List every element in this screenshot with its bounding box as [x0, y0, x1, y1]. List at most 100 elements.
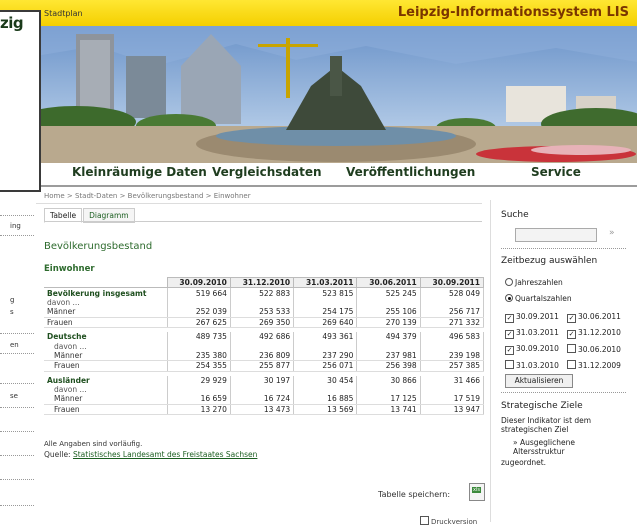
update-button[interactable]: Aktualisieren [505, 374, 573, 388]
radio-label: Quartalszahlen [515, 294, 572, 303]
nav-service[interactable]: Service [531, 165, 581, 179]
table-cell: 493 361 [293, 331, 358, 342]
table-cell: 522 883 [229, 287, 295, 298]
table-row-davon: davon ... [44, 384, 485, 395]
table-cell: 519 664 [166, 287, 231, 298]
table-row: Männer 235 380 236 809 237 290 237 981 239 19… [44, 350, 485, 362]
table-cell: 256 071 [293, 360, 358, 372]
breadcrumb[interactable]: Home > Stadt-Daten > Bevölkerungsbestand… [44, 192, 251, 200]
radio-quartalszahlen[interactable]: Quartalszahlen [505, 294, 572, 303]
goals-end-text: zugeordnet. [501, 458, 547, 467]
table-header-row: 30.09.2010 31.12.2010 31.03.2011 30.06.2… [44, 276, 485, 289]
table-row-davon: davon ... [44, 297, 485, 308]
goal-item-label: Ausgeglichene Altersstruktur [513, 438, 575, 456]
page-title: Bevölkerungsbestand [44, 241, 153, 252]
source-link[interactable]: Statistisches Landesamt des Freistaates … [73, 450, 257, 459]
excel-export-icon[interactable]: xls [469, 483, 485, 501]
table-cell: 16 724 [229, 394, 295, 405]
table-cell: 492 686 [229, 331, 295, 342]
sidebar-divider [0, 407, 34, 408]
check-31-03-2010[interactable]: 31.03.2010 [505, 360, 559, 370]
table-row: Frauen 13 270 13 473 13 569 13 741 13 947 [44, 404, 485, 416]
print-version-label: Druckversion [431, 518, 478, 526]
radio-label: Jahreszahlen [515, 278, 563, 287]
check-31-12-2009[interactable]: 31.12.2009 [567, 360, 621, 370]
checkbox-icon: ✓ [505, 314, 514, 323]
tabs-divider [44, 221, 482, 222]
table-cell: 237 981 [356, 350, 421, 362]
checkbox-icon: ✓ [567, 314, 576, 323]
radio-jahreszahlen[interactable]: Jahreszahlen [505, 278, 563, 287]
goal-item[interactable]: » Ausgeglichene Altersstruktur [513, 438, 623, 456]
goals-text: Dieser Indikator ist dem strategischen Z… [501, 416, 592, 434]
print-version-link[interactable]: Druckversion [420, 516, 477, 526]
table-cell: 237 290 [293, 350, 358, 362]
checkbox-icon [567, 344, 576, 353]
table-row: Männer 252 039 253 533 254 175 255 106 256 71… [44, 307, 485, 318]
row-label: Männer [44, 350, 168, 362]
table-cell: 16 885 [293, 394, 358, 405]
check-30-09-2010[interactable]: ✓ 30.09.2010 [505, 344, 559, 355]
table-cell: 494 379 [356, 331, 421, 342]
row-label: Bevölkerung insgesamt [47, 288, 147, 298]
table-cell: 252 039 [166, 307, 231, 318]
checkbox-icon: ✓ [505, 330, 514, 339]
row-label: Ausländer [47, 375, 90, 385]
table-cell [229, 297, 295, 308]
table-body: Bevölkerung insgesamt 519 664 522 883 523 8… [44, 287, 485, 416]
table-cell: 267 625 [166, 317, 231, 328]
goals-heading: Strategische Ziele [501, 401, 583, 411]
search-go-icon[interactable]: » [609, 228, 615, 238]
sidebar-item[interactable]: se [10, 392, 44, 400]
check-30-06-2011[interactable]: ✓ 30.06.2011 [567, 312, 621, 323]
table-row-group: Deutsche 489 735 492 686 493 361 494 379 496 … [44, 331, 485, 342]
checkbox-label: 30.09.2011 [516, 312, 559, 321]
checkbox-label: 30.06.2011 [578, 312, 621, 321]
table-cell: 239 198 [419, 350, 485, 362]
check-31-12-2010[interactable]: ✓ 31.12.2010 [567, 328, 621, 339]
radio-icon [505, 278, 513, 286]
table-cell: 13 473 [229, 404, 295, 416]
table-cell: 17 519 [419, 394, 485, 405]
nav-vergleichsdaten[interactable]: Vergleichsdaten [212, 165, 322, 179]
table-header-cell: 30.09.2010 [166, 276, 231, 289]
sidebar-item[interactable]: ing [10, 222, 44, 230]
left-sidebar: ing g s en se [0, 205, 36, 522]
row-label: Männer [44, 307, 168, 318]
stadtplan-link[interactable]: Stadtplan [44, 9, 83, 18]
checkbox-label: 30.09.2010 [516, 344, 559, 353]
time-heading: Zeitbezug auswählen [501, 256, 598, 266]
search-input[interactable] [515, 228, 597, 242]
sidebar-item[interactable]: g [10, 296, 44, 304]
table-cell [166, 341, 231, 351]
bullet-icon: » [513, 438, 520, 447]
table-cell: 31 466 [419, 375, 485, 385]
checkbox-icon [505, 360, 514, 369]
sidebar-item[interactable]: en [10, 341, 44, 349]
nav-kleinraeumige-daten[interactable]: Kleinräumige Daten [72, 165, 207, 179]
sidebar-item[interactable]: s [10, 308, 44, 316]
row-label: Frauen [44, 317, 168, 328]
table-cell: 269 350 [229, 317, 295, 328]
banner-photo [36, 26, 637, 164]
sidebar-divider [0, 505, 34, 506]
site-title: Leipzig-Informationssystem LIS [397, 5, 629, 20]
row-label: Frauen [44, 404, 168, 416]
check-31-03-2011[interactable]: ✓ 31.03.2011 [505, 328, 559, 339]
check-30-09-2011[interactable]: ✓ 30.09.2011 [505, 312, 559, 323]
davon-label: davon ... [54, 385, 87, 395]
provisional-note: Alle Angaben sind vorläufig. [44, 440, 143, 448]
table-cell [419, 384, 485, 395]
checkbox-icon: ✓ [567, 330, 576, 339]
sidebar-divider [0, 333, 34, 334]
nav-veroeffentlichungen[interactable]: Veröffentlichungen [346, 165, 475, 179]
table-cell: 523 815 [293, 287, 358, 298]
table-cell: 17 125 [356, 394, 421, 405]
main-nav: Kleinräumige Daten Vergleichsdaten Veröf… [36, 163, 637, 187]
table-cell: 253 533 [229, 307, 295, 318]
table-cell: 236 809 [229, 350, 295, 362]
checkbox-icon: ✓ [505, 346, 514, 355]
table-cell: 254 175 [293, 307, 358, 318]
check-30-06-2010[interactable]: 30.06.2010 [567, 344, 621, 354]
top-bar: Stadtplan Leipzig-Informationssystem LIS [0, 0, 637, 27]
